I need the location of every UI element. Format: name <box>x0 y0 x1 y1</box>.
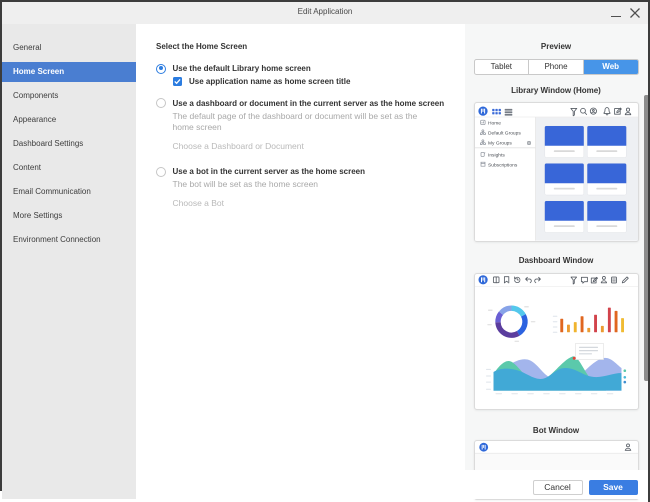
svg-text:Insights: Insights <box>488 153 505 159</box>
svg-text:Home: Home <box>488 121 501 127</box>
svg-text:Default Groups: Default Groups <box>488 131 521 137</box>
svg-text:My Groups: My Groups <box>488 141 512 147</box>
svg-text:Subscriptions: Subscriptions <box>488 163 518 169</box>
